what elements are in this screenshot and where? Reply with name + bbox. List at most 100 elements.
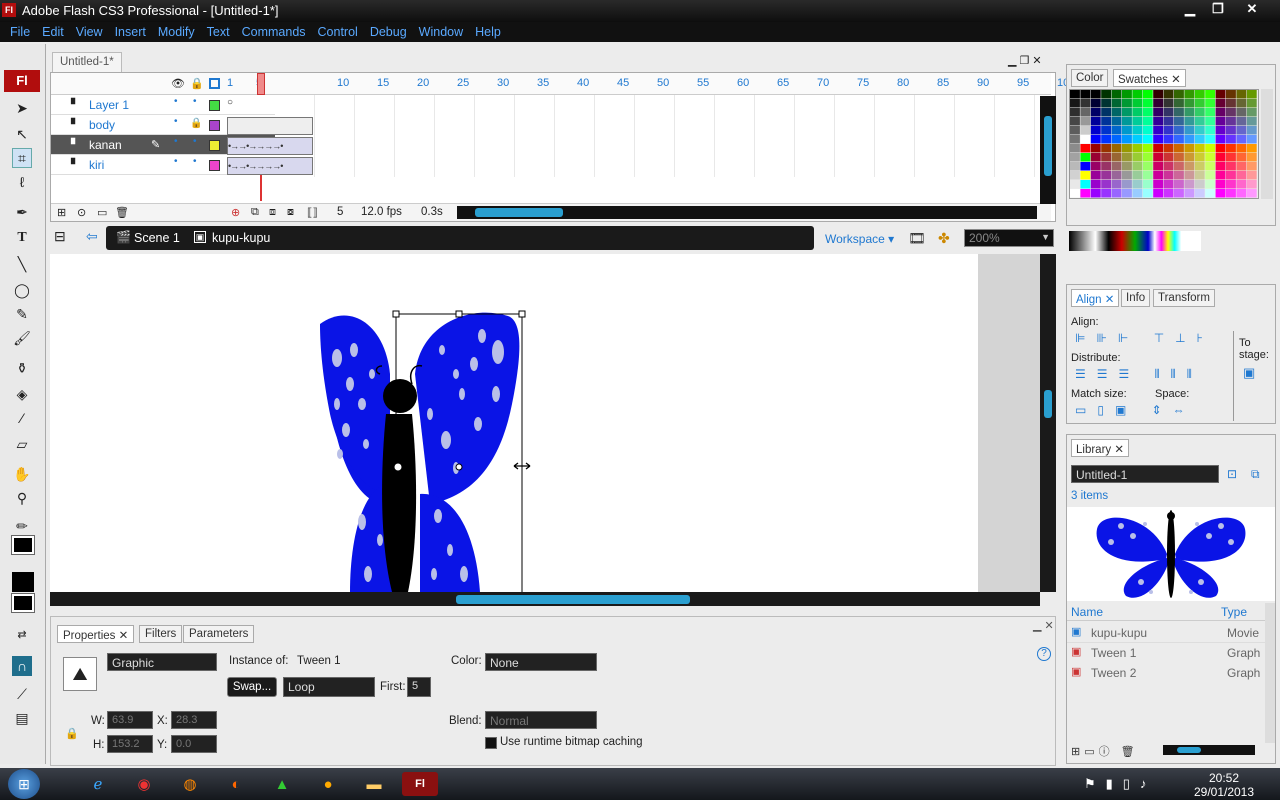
swatch-cell[interactable] (1070, 162, 1080, 171)
pen-tool-icon[interactable]: ✒ (12, 202, 32, 222)
swatch-cell[interactable] (1205, 117, 1216, 126)
swatch-cell[interactable] (1226, 99, 1236, 108)
first-frame-input[interactable]: 5 (407, 677, 431, 697)
swatch-cell[interactable] (1101, 90, 1112, 99)
swatch-cell[interactable] (1226, 117, 1236, 126)
swatch-cell[interactable] (1080, 117, 1091, 126)
menu-insert[interactable]: Insert (115, 25, 146, 39)
swatch-cell[interactable] (1080, 90, 1091, 99)
body-frame-span[interactable] (227, 117, 313, 135)
swatch-cell[interactable] (1090, 135, 1101, 144)
swatch-cell[interactable] (1080, 99, 1091, 108)
swatch-cell[interactable] (1236, 99, 1247, 108)
swatch-cell[interactable] (1153, 108, 1164, 117)
swatch-cell[interactable] (1080, 171, 1091, 180)
swatch-cell[interactable] (1122, 108, 1132, 117)
free-transform-tool-icon[interactable]: ⌗ (12, 148, 32, 168)
menu-view[interactable]: View (76, 25, 103, 39)
swatch-cell[interactable] (1090, 180, 1101, 189)
swatch-cell[interactable] (1174, 153, 1184, 162)
stage-vscroll-thumb[interactable] (1044, 390, 1052, 418)
swatch-cell[interactable] (1174, 171, 1184, 180)
swatch-cell[interactable] (1090, 162, 1101, 171)
y-input[interactable]: 0.0 (171, 735, 217, 753)
swatch-cell[interactable] (1070, 153, 1080, 162)
swatch-cell[interactable] (1142, 135, 1153, 144)
swatch-cell[interactable] (1184, 108, 1195, 117)
help-icon[interactable]: ? (1037, 647, 1051, 661)
menu-file[interactable]: File (10, 25, 30, 39)
swatch-cell[interactable] (1236, 90, 1247, 99)
menu-control[interactable]: Control (318, 25, 358, 39)
selection-tool-icon[interactable]: ➤ (12, 98, 32, 118)
swatch-cell[interactable] (1122, 126, 1132, 135)
add-guide-layer-icon[interactable]: ⊙ (77, 206, 86, 219)
swatch-cell[interactable] (1184, 171, 1195, 180)
swatch-cell[interactable] (1132, 162, 1143, 171)
swatch-cell[interactable] (1236, 171, 1247, 180)
restore-button[interactable]: ❐ (1204, 0, 1232, 18)
timeline-hscroll-thumb[interactable] (475, 208, 563, 217)
swatch-grid-cells[interactable] (1070, 90, 1258, 198)
modify-onion-markers-icon[interactable]: ⟦⟧ (307, 206, 318, 219)
close-icon[interactable]: ✕ (1105, 294, 1115, 306)
menu-edit[interactable]: Edit (42, 25, 64, 39)
kanan-motion-tween[interactable]: •→→•→→→→• (227, 137, 313, 155)
swatch-cell[interactable] (1184, 180, 1195, 189)
swatch-cell[interactable] (1090, 90, 1101, 99)
swatch-cell[interactable] (1111, 126, 1122, 135)
swatch-cell[interactable] (1122, 135, 1132, 144)
swatch-cell[interactable] (1101, 126, 1112, 135)
swatch-cell[interactable] (1174, 90, 1184, 99)
swatch-cell[interactable] (1090, 171, 1101, 180)
swatch-cell[interactable] (1070, 126, 1080, 135)
swatch-cell[interactable] (1194, 126, 1205, 135)
swatch-cell[interactable] (1205, 126, 1216, 135)
close-icon[interactable]: ✕ (1114, 444, 1124, 456)
layer1-keyframe[interactable]: ○ (227, 97, 233, 108)
library-hscroll-thumb[interactable] (1177, 747, 1201, 753)
swatch-cell[interactable] (1184, 117, 1195, 126)
layer-color-swatch[interactable] (209, 100, 220, 111)
swatch-cell[interactable] (1215, 90, 1226, 99)
menu-modify[interactable]: Modify (158, 25, 195, 39)
media-icon[interactable]: ● (310, 772, 346, 796)
kiri-motion-tween[interactable]: •→→•→→→→• (227, 157, 313, 175)
hand-tool-icon[interactable]: ✋ (12, 464, 32, 484)
swatch-cell[interactable] (1184, 162, 1195, 171)
swatch-cell[interactable] (1215, 189, 1226, 198)
layer-name[interactable]: kiri (89, 158, 104, 172)
swatch-cell[interactable] (1236, 189, 1247, 198)
swatch-cell[interactable] (1080, 108, 1091, 117)
swatch-cell[interactable] (1090, 153, 1101, 162)
swatch-cell[interactable] (1122, 153, 1132, 162)
menu-debug[interactable]: Debug (370, 25, 407, 39)
swatch-cell[interactable] (1205, 108, 1216, 117)
ie-icon[interactable]: ℯ (80, 772, 116, 796)
timeline-vscroll-thumb[interactable] (1044, 116, 1052, 176)
outline-icon[interactable] (209, 78, 220, 89)
swatch-cell[interactable] (1194, 171, 1205, 180)
swatch-cell[interactable] (1153, 162, 1164, 171)
swatch-cell[interactable] (1246, 117, 1257, 126)
swatch-cell[interactable] (1246, 189, 1257, 198)
swatch-cell[interactable] (1194, 189, 1205, 198)
playhead[interactable] (257, 73, 265, 95)
scene-label[interactable]: Scene 1 (134, 231, 180, 245)
swatch-cell[interactable] (1132, 144, 1143, 153)
swatch-cell[interactable] (1111, 135, 1122, 144)
x-input[interactable]: 28.3 (171, 711, 217, 729)
stage[interactable] (50, 254, 978, 592)
lock-aspect-icon[interactable]: 🔒 (65, 727, 79, 740)
swatch-cell[interactable] (1194, 144, 1205, 153)
swatch-cell[interactable] (1205, 180, 1216, 189)
swatch-cell[interactable] (1194, 153, 1205, 162)
swatch-cell[interactable] (1226, 135, 1236, 144)
swatch-cell[interactable] (1194, 90, 1205, 99)
ink-bottle-tool-icon[interactable]: ⚱ (12, 358, 32, 378)
swatch-cell[interactable] (1163, 90, 1174, 99)
swatch-cell[interactable] (1194, 180, 1205, 189)
swatch-cell[interactable] (1101, 189, 1112, 198)
drive-icon[interactable]: ▲ (264, 772, 300, 796)
swatch-cell[interactable] (1132, 117, 1143, 126)
